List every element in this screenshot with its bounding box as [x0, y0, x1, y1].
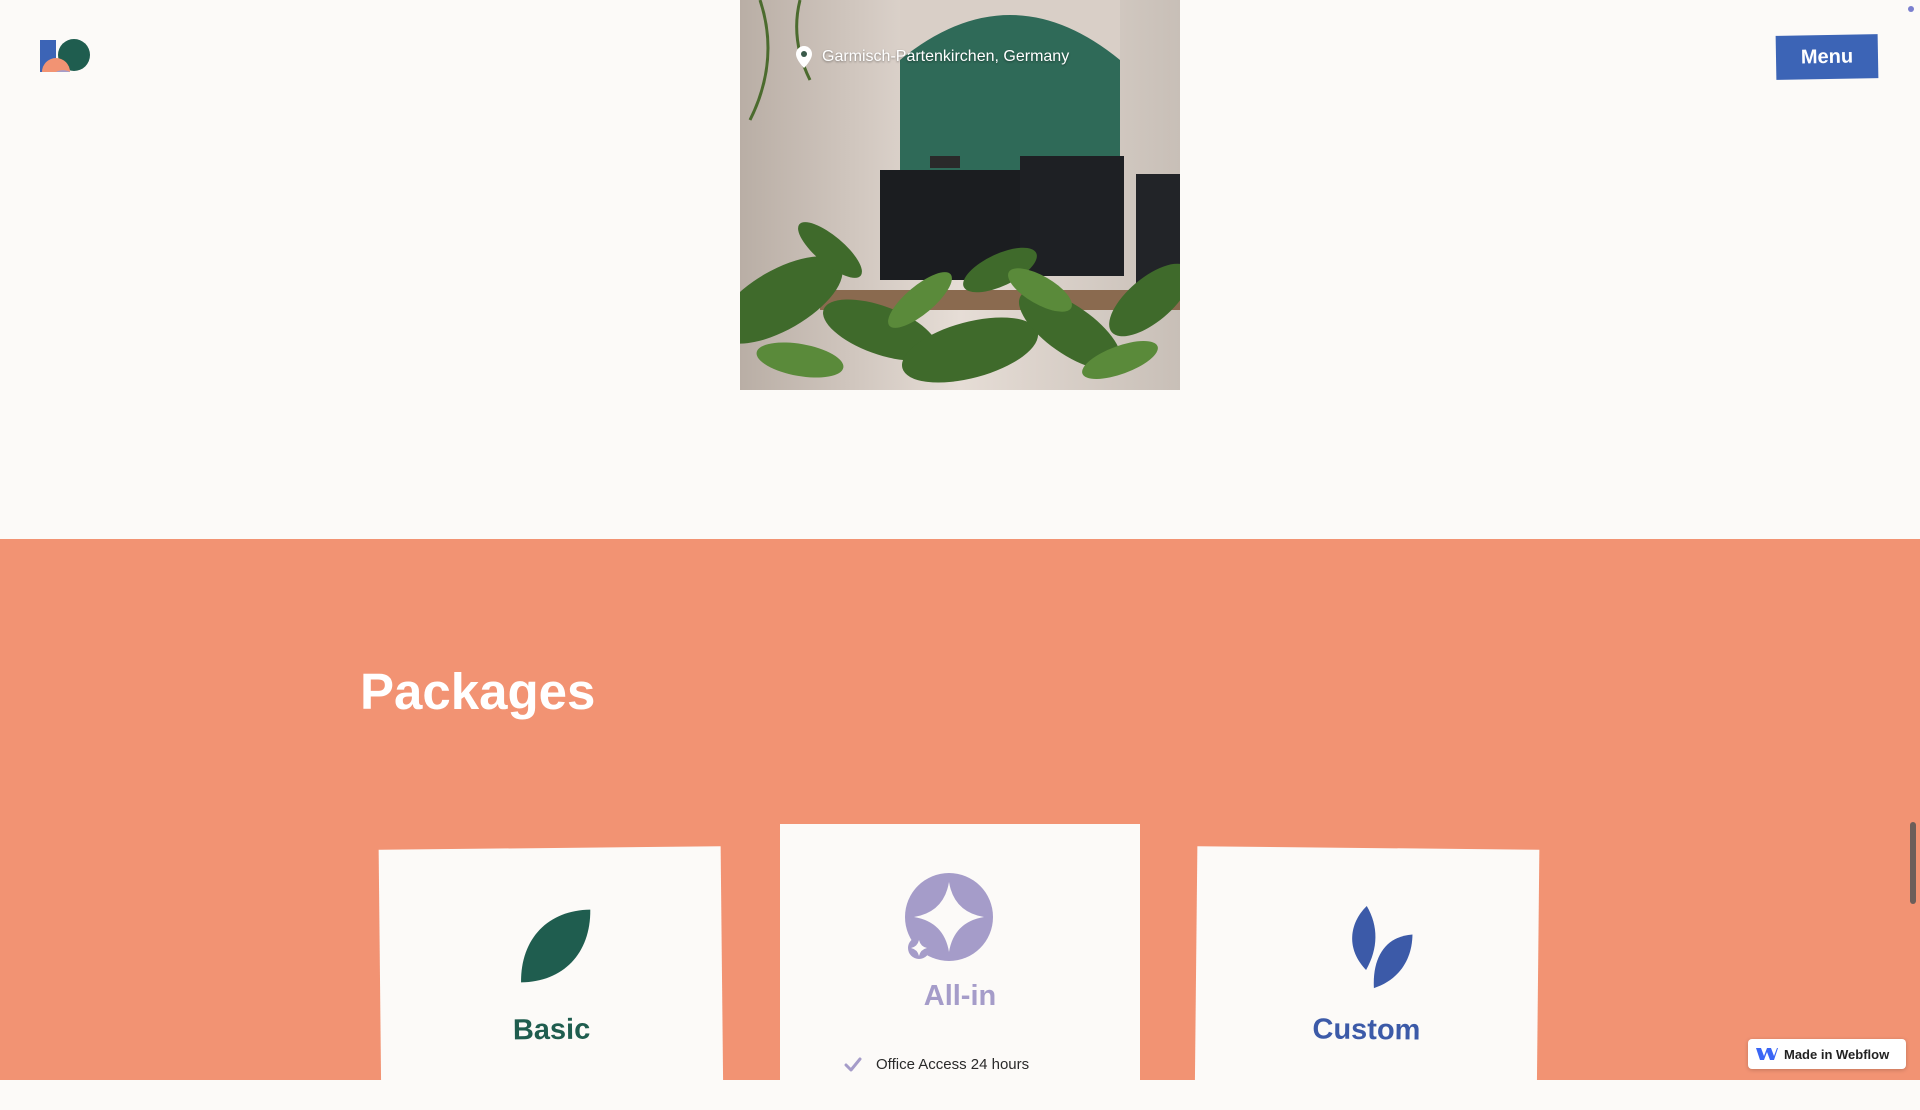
package-title-basic: Basic — [512, 1013, 591, 1047]
feature-label: Office Access 24 hours — [876, 1056, 1030, 1073]
package-card-basic[interactable]: Basic — [378, 846, 724, 1110]
indicator-dot — [1908, 6, 1914, 12]
scrollbar-thumb[interactable] — [1910, 822, 1916, 904]
small-sparkle-icon — [908, 937, 930, 959]
packages-title: Packages — [360, 663, 596, 720]
logo-mark-icon — [40, 39, 90, 72]
location-pin-icon — [796, 46, 812, 68]
menu-button[interactable]: Menu — [1775, 34, 1879, 80]
feature-item: Office Access 24 hours — [844, 1056, 1029, 1073]
check-icon — [844, 1057, 862, 1071]
package-title-allin: All-in — [923, 980, 997, 1012]
logo[interactable] — [40, 38, 92, 74]
package-card-allin[interactable]: All-in Office Access 24 hours — [780, 824, 1140, 1104]
location-label: Garmisch-Partenkirchen, Germany — [822, 48, 1070, 65]
package-title-custom: Custom — [1312, 1013, 1421, 1047]
badge-label: Made in Webflow — [1784, 1046, 1890, 1062]
leaf-icon — [521, 909, 591, 983]
two-leaves-icon — [1352, 905, 1413, 989]
package-card-custom[interactable]: Custom — [1194, 846, 1540, 1110]
webflow-logo-icon — [1756, 1048, 1778, 1060]
made-in-webflow-badge[interactable]: Made in Webflow — [1748, 1039, 1906, 1069]
